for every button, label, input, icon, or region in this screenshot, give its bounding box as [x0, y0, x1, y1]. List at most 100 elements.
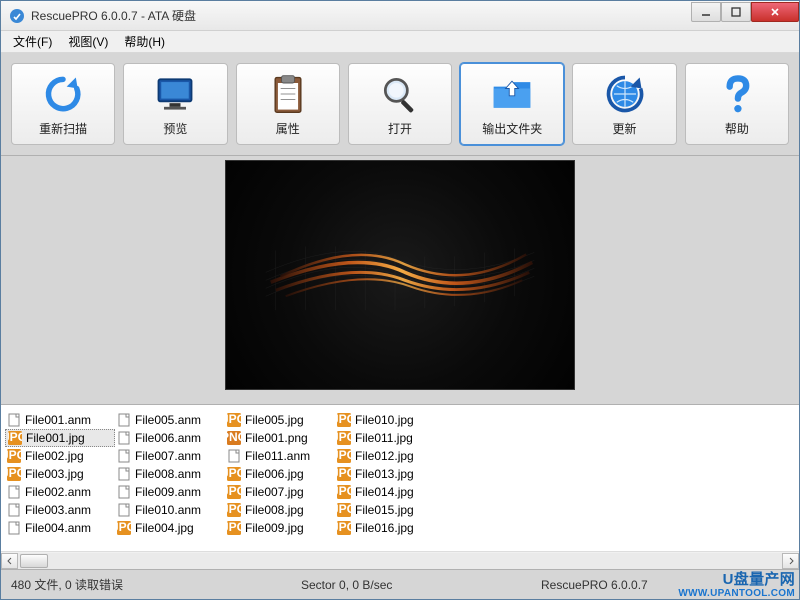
- question-icon: [715, 72, 759, 116]
- close-button[interactable]: [751, 2, 799, 22]
- toolbar-label: 预览: [163, 120, 187, 137]
- file-jpg-icon: JPG: [337, 503, 351, 517]
- file-item[interactable]: JPGFile005.jpg: [225, 411, 335, 429]
- horizontal-scrollbar[interactable]: [1, 551, 799, 569]
- file-item[interactable]: JPG File008.jpg: [225, 501, 335, 519]
- file-anm-icon: [117, 467, 131, 481]
- file-item[interactable]: File005.anm: [115, 411, 225, 429]
- file-anm-icon: [117, 503, 131, 517]
- toolbar-open-button[interactable]: 打开: [348, 63, 452, 145]
- file-item[interactable]: JPGFile016.jpg: [335, 519, 445, 537]
- file-item[interactable]: PNGFile001.png: [225, 429, 335, 447]
- svg-text:JPG: JPG: [227, 503, 241, 516]
- scroll-left-button[interactable]: [1, 553, 18, 569]
- file-name: File005.jpg: [245, 413, 304, 427]
- svg-text:JPG: JPG: [227, 485, 241, 498]
- file-name: File006.anm: [135, 431, 201, 445]
- svg-text:JPG: JPG: [337, 467, 351, 480]
- status-bar: 480 文件, 0 读取错误 Sector 0, 0 B/sec RescueP…: [1, 569, 799, 599]
- file-item[interactable]: JPGFile012.jpg: [335, 447, 445, 465]
- svg-text:JPG: JPG: [337, 485, 351, 498]
- folder-up-icon: [490, 72, 534, 116]
- file-item[interactable]: JPGFile001.jpg: [5, 429, 115, 447]
- file-item[interactable]: File002.anm: [5, 483, 115, 501]
- preview-area: [1, 156, 799, 404]
- file-anm-icon: [117, 413, 131, 427]
- svg-text:JPG: JPG: [337, 449, 351, 462]
- file-jpg-icon: JPG: [117, 521, 131, 535]
- file-name: File015.jpg: [355, 503, 414, 517]
- toolbar-preview-button[interactable]: 预览: [123, 63, 227, 145]
- toolbar-label: 重新扫描: [39, 120, 87, 137]
- title-bar[interactable]: RescuePRO 6.0.0.7 - ATA 硬盘: [1, 1, 799, 31]
- file-item[interactable]: File001.anm: [5, 411, 115, 429]
- toolbar-output-button[interactable]: 输出文件夹: [460, 63, 564, 145]
- scroll-thumb[interactable]: [20, 554, 48, 568]
- file-name: File009.anm: [135, 485, 201, 499]
- menu-view[interactable]: 视图(V): [60, 31, 116, 52]
- file-jpg-icon: JPG: [7, 467, 21, 481]
- file-item[interactable]: File011.anm: [225, 447, 335, 465]
- status-file-count: 480 文件, 0 读取错误: [11, 576, 123, 593]
- scroll-track[interactable]: [18, 553, 782, 569]
- toolbar-rescan-button[interactable]: 重新扫描: [11, 63, 115, 145]
- preview-image: [225, 160, 575, 390]
- file-item[interactable]: File009.anm: [115, 483, 225, 501]
- file-name: File005.anm: [135, 413, 201, 427]
- file-anm-icon: [117, 485, 131, 499]
- file-item[interactable]: File007.anm: [115, 447, 225, 465]
- file-item[interactable]: JPGFile009.jpg: [225, 519, 335, 537]
- file-grid[interactable]: File001.anmJPGFile001.jpgJPGFile002.jpgJ…: [1, 405, 799, 551]
- file-item[interactable]: JPGFile007.jpg: [225, 483, 335, 501]
- file-name: File003.anm: [25, 503, 91, 517]
- file-item[interactable]: JPGFile006.jpg: [225, 465, 335, 483]
- watermark: U盘量产网 WWW.UPANTOOL.COM: [678, 572, 795, 600]
- clipboard-icon: [266, 72, 310, 116]
- file-item[interactable]: JPGFile004.jpg: [115, 519, 225, 537]
- menu-help[interactable]: 帮助(H): [116, 31, 173, 52]
- file-name: File002.jpg: [25, 449, 84, 463]
- file-name: File008.jpg: [245, 503, 304, 517]
- file-item[interactable]: JPG File002.jpg: [5, 447, 115, 465]
- file-name: File001.png: [245, 431, 308, 445]
- svg-text:JPG: JPG: [337, 521, 351, 534]
- file-name: File004.anm: [25, 521, 91, 535]
- app-window: RescuePRO 6.0.0.7 - ATA 硬盘 文件(F) 视图(V) 帮…: [0, 0, 800, 600]
- file-item[interactable]: File004.anm: [5, 519, 115, 537]
- file-item[interactable]: JPG File014.jpg: [335, 483, 445, 501]
- svg-text:JPG: JPG: [7, 467, 21, 480]
- file-item[interactable]: File003.anm: [5, 501, 115, 519]
- file-jpg-icon: JPG: [337, 431, 351, 445]
- toolbar-properties-button[interactable]: 属性: [236, 63, 340, 145]
- scroll-right-button[interactable]: [782, 553, 799, 569]
- toolbar-help-button[interactable]: 帮助: [685, 63, 789, 145]
- file-item[interactable]: File006.anm: [115, 429, 225, 447]
- menu-file[interactable]: 文件(F): [5, 31, 60, 52]
- svg-text:JPG: JPG: [117, 521, 131, 534]
- file-jpg-icon: JPG: [7, 449, 21, 463]
- file-name: File008.anm: [135, 467, 201, 481]
- file-jpg-icon: JPG: [337, 521, 351, 535]
- toolbar-update-button[interactable]: 更新: [572, 63, 676, 145]
- app-icon: [9, 8, 25, 24]
- file-item[interactable]: JPGFile003.jpg: [5, 465, 115, 483]
- file-jpg-icon: JPG: [227, 503, 241, 517]
- file-anm-icon: [7, 413, 21, 427]
- file-item[interactable]: File008.anm: [115, 465, 225, 483]
- file-item[interactable]: JPGFile010.jpg: [335, 411, 445, 429]
- file-item[interactable]: JPG File015.jpg: [335, 501, 445, 519]
- file-item[interactable]: File010.anm: [115, 501, 225, 519]
- file-name: File014.jpg: [355, 485, 414, 499]
- file-item[interactable]: JPG File013.jpg: [335, 465, 445, 483]
- file-name: File001.anm: [25, 413, 91, 427]
- file-name: File001.jpg: [26, 431, 85, 445]
- maximize-button[interactable]: [721, 2, 751, 22]
- minimize-button[interactable]: [691, 2, 721, 22]
- file-name: File013.jpg: [355, 467, 414, 481]
- file-anm-icon: [117, 449, 131, 463]
- file-jpg-icon: JPG: [337, 467, 351, 481]
- window-title: RescuePRO 6.0.0.7 - ATA 硬盘: [31, 7, 691, 24]
- file-item[interactable]: JPGFile011.jpg: [335, 429, 445, 447]
- toolbar-area: 重新扫描 预览 属性打开输出文件夹更新帮助: [1, 53, 799, 156]
- toolbar-label: 帮助: [725, 120, 749, 137]
